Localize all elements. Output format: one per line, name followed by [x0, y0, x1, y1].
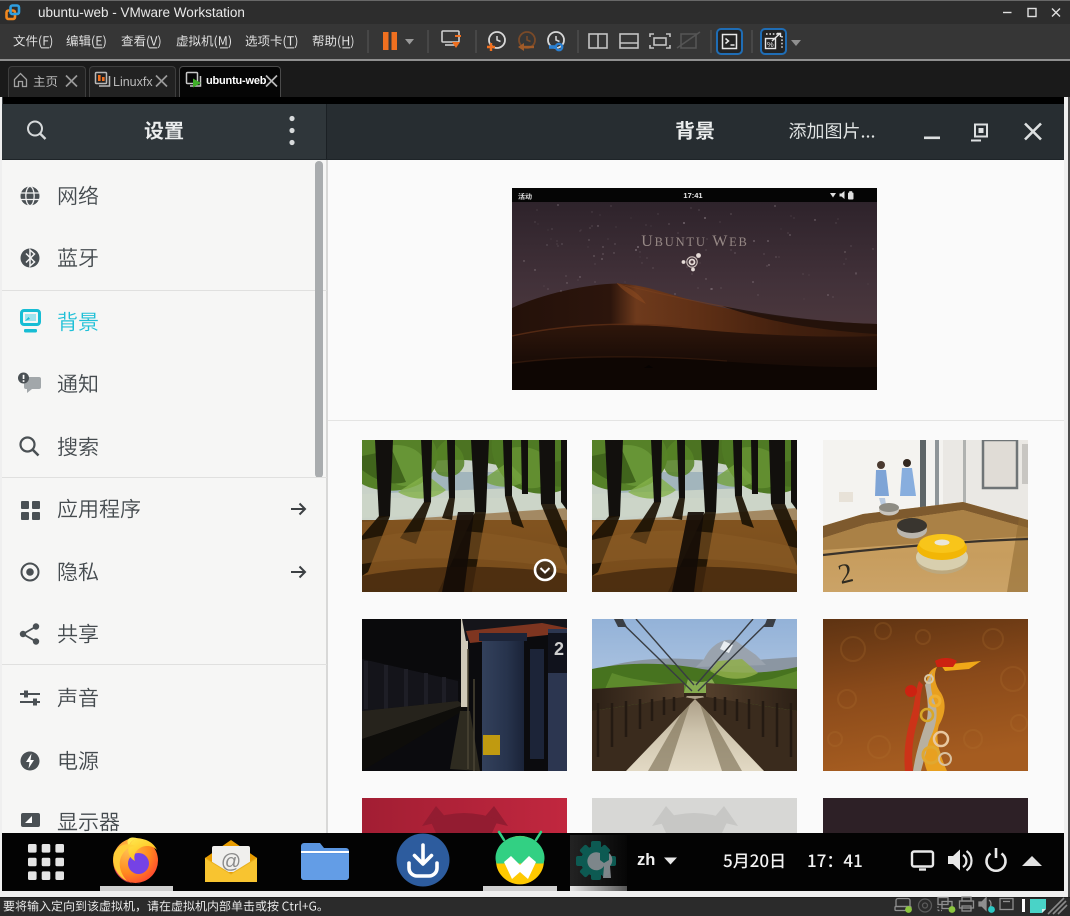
svg-text:%: %: [767, 40, 774, 49]
